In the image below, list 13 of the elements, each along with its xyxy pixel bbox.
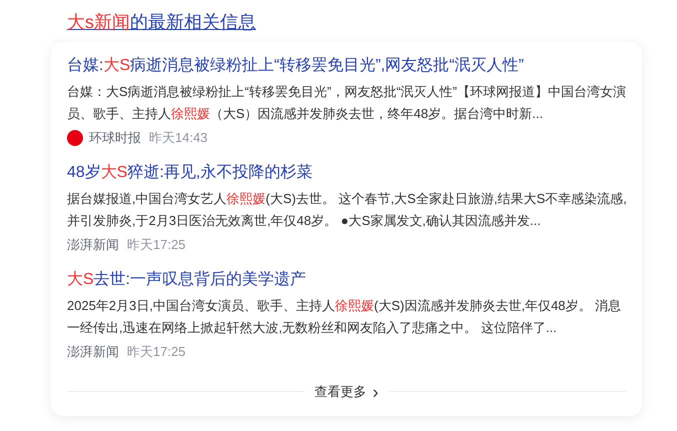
source-name: 澎湃新闻 — [67, 236, 119, 254]
publish-time: 昨天17:25 — [127, 236, 186, 254]
source-name: 环球时报 — [89, 129, 141, 147]
article-snippet: 据台媒报道,中国台湾女艺人徐熙媛(大S)去世。 这个春节,大S全家赴日旅游,结果大S不幸感染流感,并引发肺炎,于2月3日医治无效离世,年仅48岁。 ●大S家属发文,确认其因流感并发... — [67, 190, 627, 230]
article-title[interactable]: 大S去世:一声叹息背后的美学遗产 — [67, 268, 626, 292]
see-more-button[interactable]: 查看更多 › — [314, 382, 378, 402]
publish-time: 昨天17:25 — [127, 343, 186, 361]
article-title[interactable]: 48岁大S猝逝:再见,永不投降的杉菜 — [67, 161, 626, 185]
article-snippet: 台媒：大S病逝消息被绿粉扯上“转移罢免目光”，网友怒批“泯灭人性”【环球网报道】中国台湾女演员、歌手、主持人徐熙媛（大S）因流感并发肺炎去世，终年48岁。据台湾中时新... — [67, 83, 627, 123]
source-name: 澎湃新闻 — [67, 343, 119, 361]
article-snippet: 2025年2月3日,中国台湾女演员、歌手、主持人徐熙媛(大S)因流感并发肺炎去世,年仅48岁。 消息一经传出,迅速在网络上掀起轩然大波,无数粉丝和网友陷入了悲痛之中。 这位陪伴了... — [67, 297, 622, 337]
publish-time: 昨天14:43 — [149, 129, 208, 147]
article-title[interactable]: 台媒:大S病逝消息被绿粉扯上“转移罢免目光”,网友怒批“泯灭人性” — [67, 54, 626, 78]
